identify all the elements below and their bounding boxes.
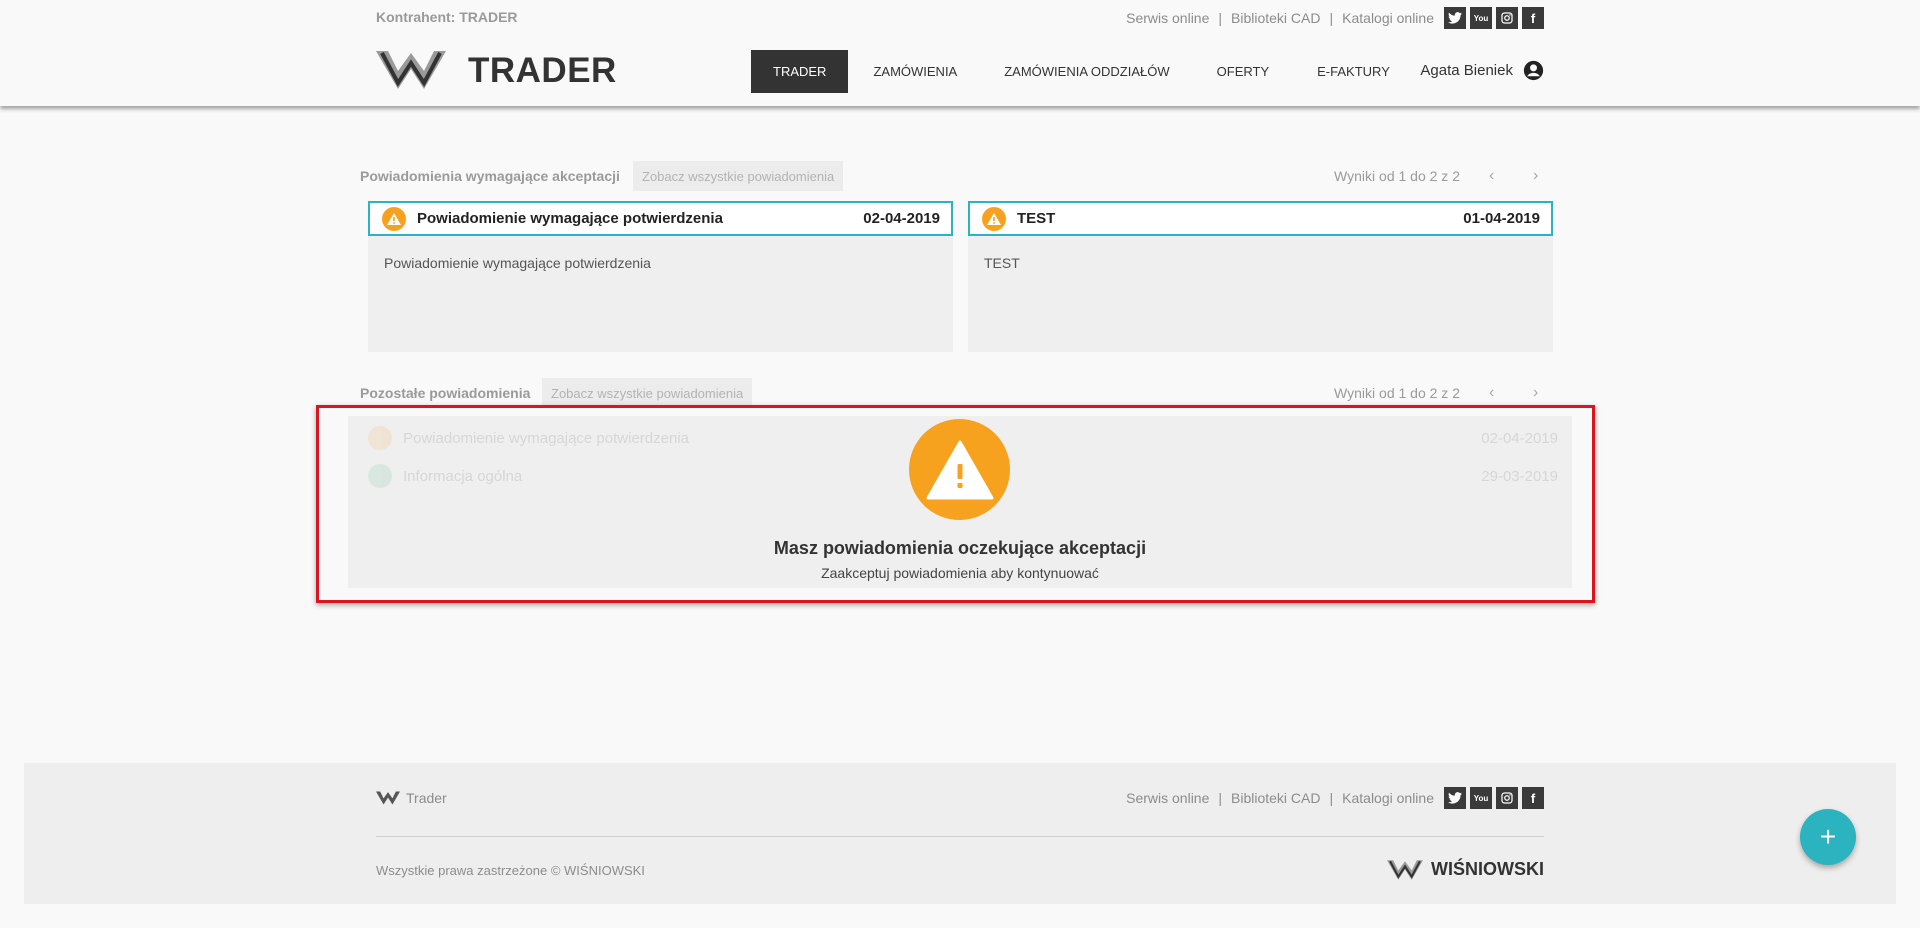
footer-brand[interactable]: Trader [376, 790, 447, 806]
instagram-icon[interactable] [1496, 787, 1518, 809]
footer-copyright: Wszystkie prawa zastrzeżone © WIŚNIOWSKI [376, 863, 645, 878]
see-all-other-button[interactable]: Zobacz wszystkie powiadomienia [542, 378, 753, 408]
notification-body: TEST [984, 255, 1020, 271]
notification-title: TEST [1017, 210, 1056, 227]
logo[interactable]: TRADER [376, 51, 617, 89]
notification-card-header: Powiadomienie wymagające potwierdzenia 0… [368, 201, 953, 236]
trader-logo-icon [376, 791, 400, 805]
nav-oferty[interactable]: OFERTY [1194, 50, 1294, 93]
wisniowski-logo[interactable]: WIŚNIOWSKI [1387, 859, 1544, 880]
notification-date: 02-04-2019 [863, 210, 940, 227]
separator: | [1218, 790, 1223, 806]
footer-link-serwis-online[interactable]: Serwis online [1126, 790, 1209, 806]
user-menu[interactable]: Agata Bieniek [1420, 60, 1544, 81]
other-section-title: Pozostałe powiadomienia [360, 385, 531, 401]
overlay-title: Masz powiadomienia oczekujące akceptacji [773, 538, 1147, 558]
overlay-subtitle: Zaakceptuj powiadomienia aby kontynuować [821, 565, 1099, 581]
notification-card[interactable]: TEST 01-04-2019 TEST [968, 201, 1553, 352]
facebook-icon-label: f [1530, 10, 1536, 26]
footer-social-links: You f [1444, 787, 1544, 809]
footer-divider [376, 836, 1544, 837]
footer-links: Serwis online | Biblioteki CAD | Katalog… [1126, 787, 1544, 809]
wisniowski-logo-text: WIŚNIOWSKI [1431, 859, 1544, 879]
twitter-icon[interactable] [1444, 7, 1466, 29]
notification-card-header: TEST 01-04-2019 [968, 201, 1553, 236]
notification-card[interactable]: Powiadomienie wymagające potwierdzenia 0… [368, 201, 953, 352]
footer: Trader Serwis online | Biblioteki CAD | … [24, 763, 1896, 904]
separator: | [1329, 790, 1334, 806]
large-warning-icon [909, 419, 1010, 520]
other-prev-page-button[interactable]: ‹ [1489, 385, 1494, 401]
warning-icon [982, 206, 1006, 231]
social-links: You f [1444, 7, 1544, 29]
separator: | [1218, 10, 1223, 26]
facebook-icon[interactable]: f [1522, 787, 1544, 809]
wisniowski-logo-icon [1387, 859, 1423, 880]
nav-zamowienia-oddzialow[interactable]: ZAMÓWIENIA ODDZIAŁÓW [981, 50, 1193, 93]
user-account-icon [1523, 60, 1544, 81]
youtube-icon[interactable]: You [1470, 7, 1492, 29]
required-section-title: Powiadomienia wymagające akceptacji [360, 168, 620, 184]
nav-zamowienia[interactable]: ZAMÓWIENIA [848, 50, 981, 93]
link-serwis-online[interactable]: Serwis online [1126, 10, 1209, 26]
required-prev-page-button[interactable]: ‹ [1489, 168, 1494, 184]
see-all-required-button[interactable]: Zobacz wszystkie powiadomienia [633, 161, 844, 191]
link-biblioteki-cad[interactable]: Biblioteki CAD [1231, 10, 1320, 26]
facebook-icon-label: f [1530, 790, 1536, 806]
footer-brand-text: Trader [406, 790, 447, 806]
nav-trader[interactable]: TRADER [751, 50, 849, 93]
youtube-icon[interactable]: You [1470, 787, 1492, 809]
separator: | [1329, 10, 1334, 26]
link-katalogi-online[interactable]: Katalogi online [1342, 10, 1434, 26]
facebook-icon[interactable]: f [1522, 7, 1544, 29]
instagram-icon[interactable] [1496, 7, 1518, 29]
trader-logo-icon [376, 51, 446, 89]
notification-body: Powiadomienie wymagające potwierdzenia [384, 255, 651, 271]
notification-title: Powiadomienie wymagające potwierdzenia [417, 210, 723, 227]
logo-text: TRADER [468, 50, 617, 90]
youtube-icon-label: You [1473, 793, 1489, 803]
footer-link-katalogi-online[interactable]: Katalogi online [1342, 790, 1434, 806]
header: Kontrahent: TRADER Serwis online | Bibli… [0, 0, 1920, 106]
nav-e-faktury[interactable]: E-FAKTURY [1293, 50, 1415, 93]
footer-link-biblioteki-cad[interactable]: Biblioteki CAD [1231, 790, 1320, 806]
twitter-icon[interactable] [1444, 787, 1466, 809]
add-button[interactable]: + [1800, 809, 1856, 865]
youtube-icon-label: You [1473, 13, 1489, 23]
required-results-count: Wyniki od 1 do 2 z 2 [1334, 168, 1460, 184]
user-name: Agata Bieniek [1420, 62, 1513, 79]
main-nav: TRADER ZAMÓWIENIA ZAMÓWIENIA ODDZIAŁÓW O… [751, 50, 1415, 93]
notification-date: 01-04-2019 [1463, 210, 1540, 227]
required-next-page-button[interactable]: › [1533, 168, 1538, 184]
top-links: Serwis online | Biblioteki CAD | Katalog… [1126, 7, 1544, 29]
other-results-count: Wyniki od 1 do 2 z 2 [1334, 385, 1460, 401]
contractor-label: Kontrahent: TRADER [376, 9, 518, 25]
other-next-page-button[interactable]: › [1533, 385, 1538, 401]
warning-icon [382, 206, 406, 231]
